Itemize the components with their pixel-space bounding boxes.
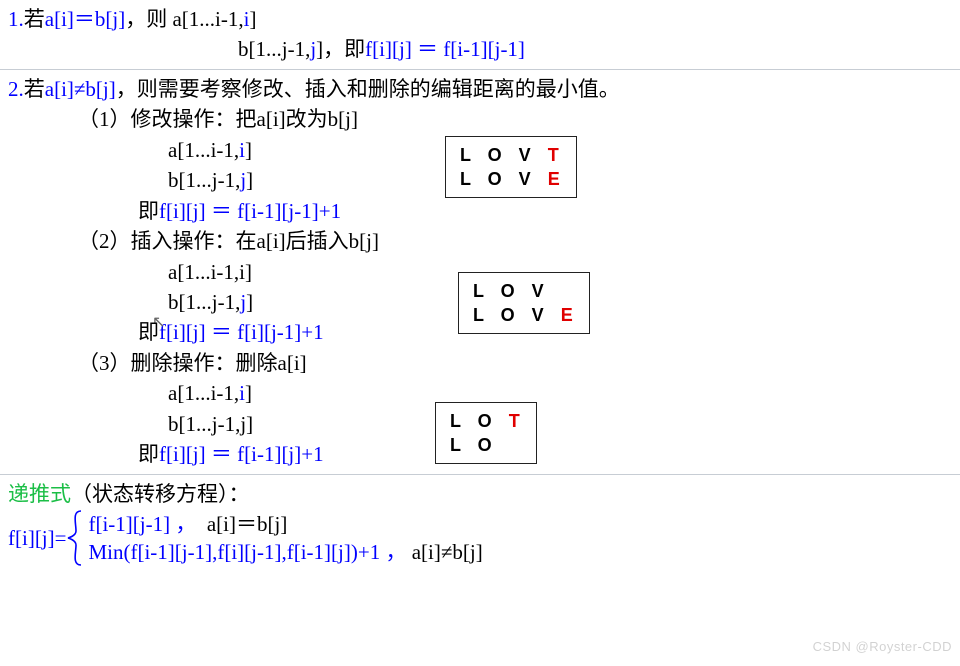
txt: ] — [245, 381, 252, 405]
formula: f[i][j] ＝ f[i-1][j-1] — [365, 37, 525, 61]
cond-eq: a[i]＝b[j] — [45, 7, 125, 31]
txt: ，则 a[1...i-1, — [125, 7, 243, 31]
case1: f[i-1][j-1] ， a[i]＝b[j] — [88, 510, 482, 538]
num-2: 2. — [8, 77, 24, 101]
op1-f: 即f[i][j] ＝ f[i-1][j-1]+1 — [8, 196, 952, 226]
txt: ] — [246, 290, 253, 314]
brace-icon — [66, 509, 84, 567]
op1-illustration-box: L O V T L O V E — [445, 136, 577, 199]
formula: f[i][j] ＝ f[i][j-1]+1 — [159, 320, 324, 344]
txt: a[1...i-1,i] — [168, 260, 252, 284]
txt: 即 — [138, 199, 159, 223]
case2-cond: a[i]≠b[j] — [412, 540, 483, 564]
section-case-notequal: 2.若a[i]≠b[j]，则需要考察修改、插入和删除的编辑距离的最小值。 （1）… — [0, 70, 960, 475]
txt: a[1...i-1, — [168, 138, 239, 162]
title-green: 递推式 — [8, 482, 71, 506]
txt: b[1...j-1,j] — [168, 412, 253, 436]
op1-title: （1）修改操作：把a[i]改为b[j] — [8, 104, 952, 134]
mouse-cursor-icon: ↖ — [152, 312, 165, 332]
recurrence-eq: f[i][j]= f[i-1][j-1] ， a[i]＝b[j] Min(f[i… — [8, 509, 952, 567]
txt: ] — [246, 168, 253, 192]
txt: a[1...i-1, — [168, 381, 239, 405]
txt: b[1...j-1, — [238, 37, 310, 61]
recurrence-title: 递推式（状态转移方程）： — [8, 479, 952, 509]
op2-title: （2）插入操作：在a[i]后插入b[j] — [8, 226, 952, 256]
case2: Min(f[i-1][j-1],f[i][j-1],f[i-1][j])+1 ，… — [88, 538, 482, 566]
watermark: CSDN @Royster-CDD — [813, 639, 952, 654]
txt: ，则需要考察修改、插入和删除的编辑距离的最小值。 — [116, 77, 620, 101]
cond-neq: a[i]≠b[j] — [45, 77, 116, 101]
op3-illustration-box: L O T L O — [435, 402, 537, 465]
box-line2: L O — [450, 433, 526, 457]
cases: f[i-1][j-1] ， a[i]＝b[j] Min(f[i-1][j-1],… — [84, 510, 482, 567]
txt: （状态转移方程）： — [71, 482, 250, 506]
box-line2: L O V E — [473, 303, 579, 327]
formula: f[i][j] ＝ f[i-1][j-1]+1 — [159, 199, 341, 223]
txt: ]，即 — [316, 37, 365, 61]
txt: b[1...j-1, — [168, 168, 240, 192]
neq-header: 2.若a[i]≠b[j]，则需要考察修改、插入和删除的编辑距离的最小值。 — [8, 74, 952, 104]
txt: 若 — [24, 77, 45, 101]
formula: f[i][j] ＝ f[i-1][j]+1 — [159, 442, 324, 466]
case1-expr: f[i-1][j-1] ， — [88, 512, 206, 536]
txt: ] — [245, 138, 252, 162]
case1-cond: a[i]＝b[j] — [207, 512, 287, 536]
txt: ] — [249, 7, 256, 31]
txt: 即 — [138, 442, 159, 466]
txt: b[1...j-1, — [168, 290, 240, 314]
box-line1: L O T — [450, 409, 526, 433]
op3-title: （3）删除操作：删除a[i] — [8, 348, 952, 378]
box-line2: L O V E — [460, 167, 566, 191]
eq-line1: 1.若a[i]＝b[j]，则 a[1...i-1,i] — [8, 4, 952, 34]
op2-illustration-box: L O V L O V E — [458, 272, 590, 335]
num-1: 1. — [8, 7, 24, 31]
eq-line2: b[1...j-1,j]，即f[i][j] ＝ f[i-1][j-1] — [8, 34, 952, 64]
txt: 若 — [24, 7, 45, 31]
box-line1: L O V — [473, 279, 579, 303]
section-case-equal: 1.若a[i]＝b[j]，则 a[1...i-1,i] b[1...j-1,j]… — [0, 0, 960, 70]
box-line1: L O V T — [460, 143, 566, 167]
case2-expr: Min(f[i-1][j-1],f[i][j-1],f[i-1][j])+1 ， — [88, 540, 411, 564]
lhs: f[i][j]= — [8, 526, 66, 551]
section-recurrence: 递推式（状态转移方程）： f[i][j]= f[i-1][j-1] ， a[i]… — [0, 475, 960, 571]
